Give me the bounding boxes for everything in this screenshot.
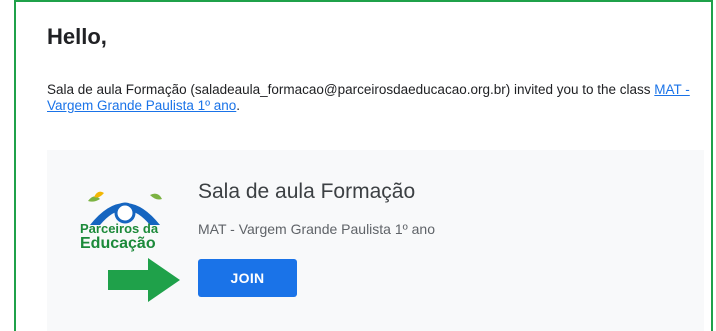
logo-text-line2: Educação <box>80 235 156 252</box>
greeting-heading: Hello, <box>47 24 107 49</box>
class-title: Sala de aula Formação <box>198 180 416 203</box>
invitation-suffix: . <box>236 98 241 113</box>
invitation-text: Sala de aula Formação (saladeaula_formac… <box>47 82 655 97</box>
invitation-message: Sala de aula Formação (saladeaula_formac… <box>47 82 707 114</box>
join-button[interactable]: JOIN <box>198 259 297 297</box>
logo-text-line1: Parceiros da <box>80 221 159 236</box>
class-subtitle: MAT - Vargem Grande Paulista 1º ano <box>198 221 436 237</box>
arrow-right-icon <box>108 258 180 302</box>
parceiros-da-educacao-logo: Parceiros da Educação <box>80 187 170 267</box>
class-card: Parceiros da Educação Sala de aula Forma… <box>47 150 704 331</box>
